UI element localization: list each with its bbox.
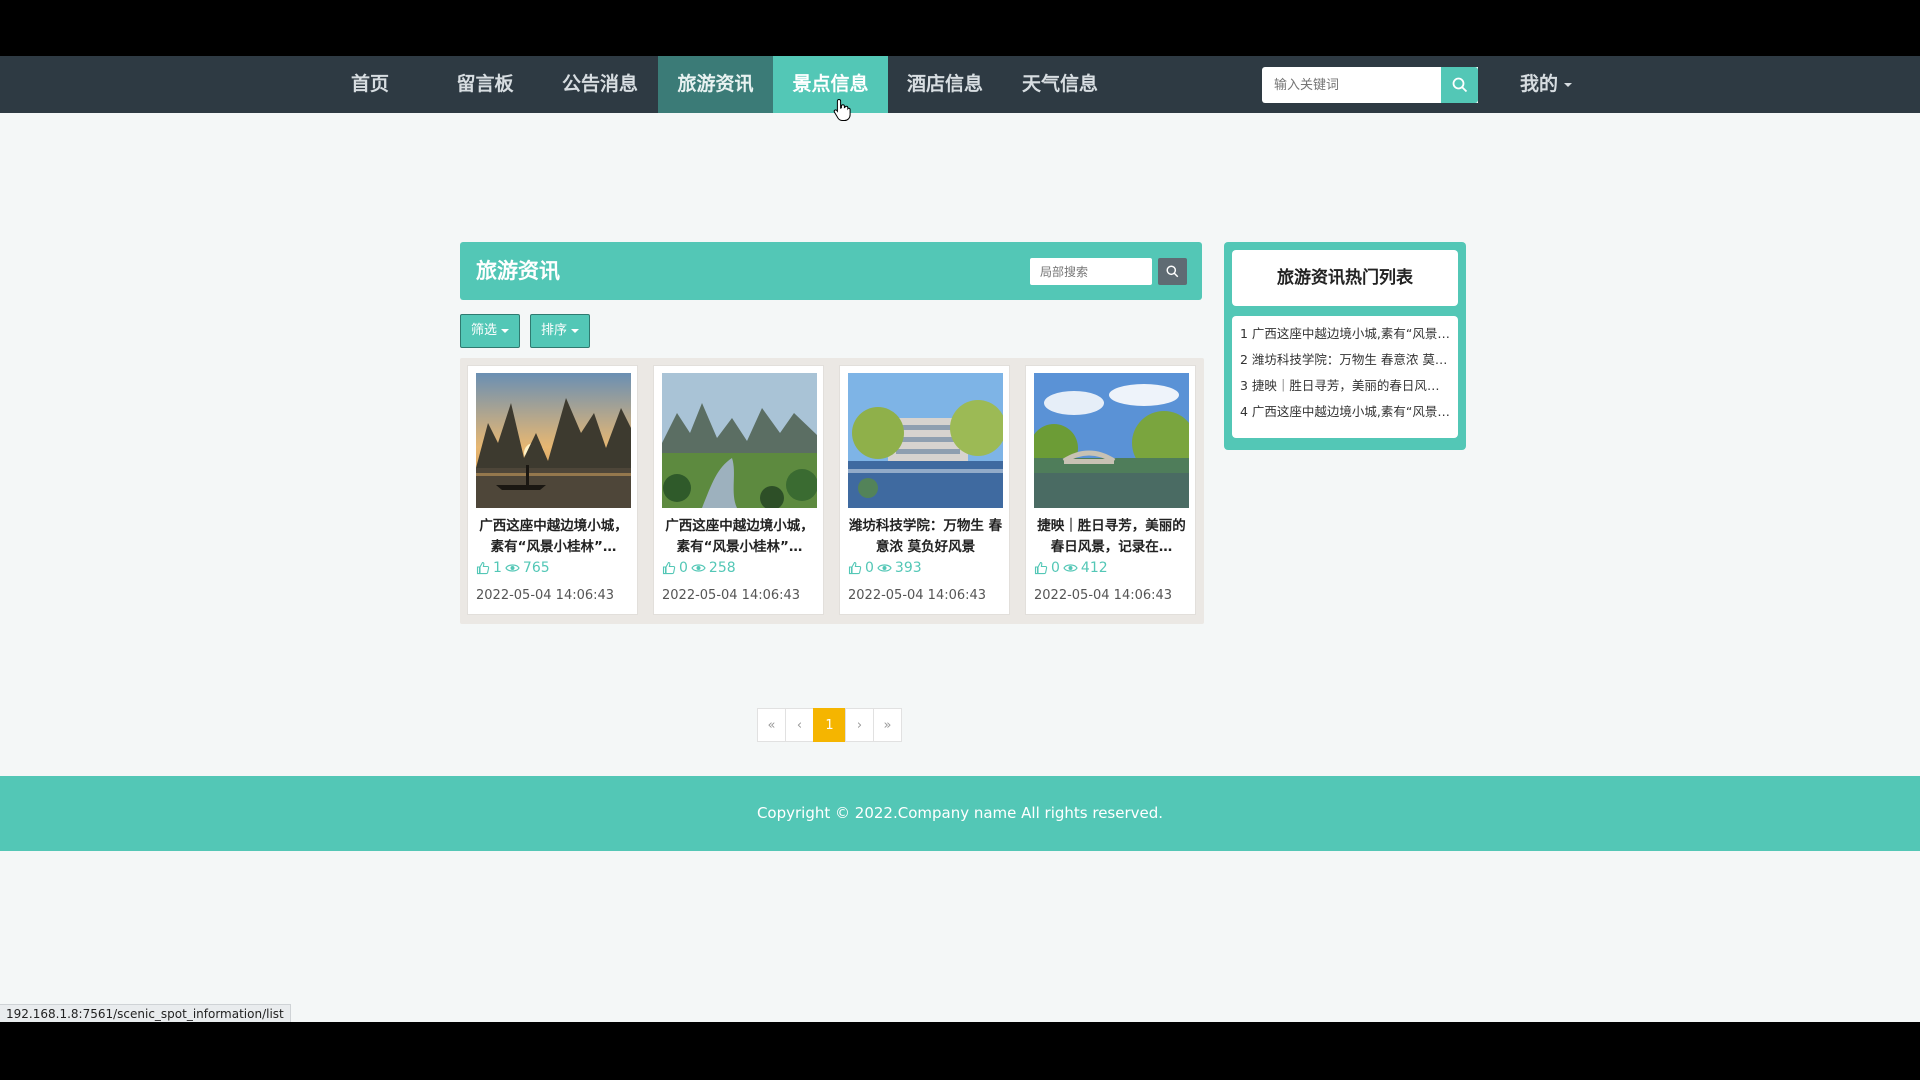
page-next-button[interactable]: ›: [845, 708, 874, 742]
news-title[interactable]: 潍坊科技学院：万物生 春意浓 莫负好风景: [846, 516, 1005, 558]
top-navbar: 首页 留言板 公告消息 旅游资讯 景点信息 酒店信息 天气信息 我的: [0, 56, 1920, 121]
chevron-down-icon: [571, 328, 580, 333]
view-count: 393: [894, 560, 922, 576]
like-count: 0: [1051, 560, 1060, 576]
nav-item-message-board[interactable]: 留言板: [440, 56, 530, 113]
hot-list-title: 旅游资讯热门列表: [1232, 250, 1458, 306]
user-menu-dropdown[interactable]: 我的: [1520, 56, 1573, 113]
view-count: 412: [1080, 560, 1108, 576]
news-thumbnail[interactable]: [476, 373, 631, 508]
hot-list-item[interactable]: 3 捷映｜胜日寻芳，美丽的春日风景，记录在…: [1232, 373, 1458, 399]
news-date: 2022-05-04 14:06:43: [476, 588, 615, 603]
news-title[interactable]: 捷映｜胜日寻芳，美丽的春日风景，记录在…: [1032, 516, 1191, 558]
news-thumbnail[interactable]: [662, 373, 817, 508]
copyright-text: Copyright © 2022.Company name All rights…: [756, 804, 1164, 822]
news-date: 2022-05-04 14:06:43: [848, 588, 987, 603]
hot-list-item[interactable]: 2 潍坊科技学院：万物生 春意浓 莫负好风景: [1232, 347, 1458, 373]
page-prev-button[interactable]: ‹: [785, 708, 814, 742]
search-icon: [1452, 77, 1467, 93]
sort-dropdown-button[interactable]: 排序: [530, 314, 591, 348]
news-title[interactable]: 广西这座中越边境小城，素有“风景小桂林”…: [474, 516, 633, 558]
nav-search-button[interactable]: [1441, 67, 1478, 103]
nav-item-travel-news[interactable]: 旅游资讯: [658, 56, 773, 113]
hand-cursor-icon: [833, 98, 851, 121]
search-icon: [1166, 265, 1179, 278]
section-title: 旅游资讯: [476, 259, 560, 283]
pagination: « ‹ 1 › »: [757, 708, 902, 742]
local-search-button[interactable]: [1158, 258, 1187, 285]
news-stats: 1 765: [476, 560, 550, 576]
hot-list-panel: 旅游资讯热门列表 1 广西这座中越边境小城,素有“风景小桂林” 2 潍坊科技学院…: [1224, 242, 1466, 450]
like-count: 0: [865, 560, 874, 576]
browser-viewport: 首页 留言板 公告消息 旅游资讯 景点信息 酒店信息 天气信息 我的 旅游资讯 …: [0, 56, 1920, 1022]
news-title[interactable]: 广西这座中越边境小城，素有“风景小桂林”…: [660, 516, 819, 558]
news-card[interactable]: 捷映｜胜日寻芳，美丽的春日风景，记录在… 0 412 2022-05-04 14…: [1025, 365, 1196, 615]
hot-list-item[interactable]: 1 广西这座中越边境小城,素有“风景小桂林”: [1232, 321, 1458, 347]
page-current-button[interactable]: 1: [813, 708, 846, 742]
thumbs-up-icon: [476, 561, 490, 575]
eye-icon: [1063, 564, 1078, 572]
news-card[interactable]: 潍坊科技学院：万物生 春意浓 莫负好风景 0 393 2022-05-04 14…: [839, 365, 1010, 615]
news-stats: 0 393: [848, 560, 922, 576]
view-count: 258: [708, 560, 736, 576]
sort-label: 排序: [541, 323, 568, 338]
link-status-bar: 192.168.1.8:7561/scenic_spot_information…: [0, 1004, 291, 1022]
eye-icon: [505, 564, 520, 572]
nav-item-home[interactable]: 首页: [330, 56, 410, 113]
eye-icon: [691, 564, 706, 572]
news-date: 2022-05-04 14:06:43: [662, 588, 801, 603]
hot-list: 1 广西这座中越边境小城,素有“风景小桂林” 2 潍坊科技学院：万物生 春意浓 …: [1232, 316, 1458, 438]
news-stats: 0 412: [1034, 560, 1108, 576]
view-count: 765: [522, 560, 550, 576]
hot-list-item[interactable]: 4 广西这座中越边境小城,素有“风景小桂林”: [1232, 399, 1458, 425]
chevron-down-icon: [1564, 82, 1573, 87]
nav-item-announcements[interactable]: 公告消息: [550, 56, 650, 113]
news-stats: 0 258: [662, 560, 736, 576]
filter-label: 筛选: [471, 323, 498, 338]
thumbs-up-icon: [1034, 561, 1048, 575]
news-card[interactable]: 广西这座中越边境小城，素有“风景小桂林”… 1 765 2022-05-04 1…: [467, 365, 638, 615]
news-card-grid: 广西这座中越边境小城，素有“风景小桂林”… 1 765 2022-05-04 1…: [460, 358, 1204, 624]
news-card[interactable]: 广西这座中越边境小城，素有“风景小桂林”… 0 258 2022-05-04 1…: [653, 365, 824, 615]
local-search-input[interactable]: [1030, 258, 1152, 285]
news-thumbnail[interactable]: [1034, 373, 1189, 508]
like-count: 1: [493, 560, 502, 576]
chevron-down-icon: [501, 328, 510, 333]
nav-item-hotels[interactable]: 酒店信息: [890, 56, 1000, 113]
page-first-button[interactable]: «: [757, 708, 786, 742]
filter-dropdown-button[interactable]: 筛选: [460, 314, 521, 348]
nav-item-scenic-spots[interactable]: 景点信息: [773, 56, 888, 113]
news-thumbnail[interactable]: [848, 373, 1003, 508]
section-header: 旅游资讯: [460, 242, 1202, 300]
footer: Copyright © 2022.Company name All rights…: [0, 776, 1920, 851]
page-last-button[interactable]: »: [873, 708, 902, 742]
like-count: 0: [679, 560, 688, 576]
thumbs-up-icon: [662, 561, 676, 575]
user-menu-label: 我的: [1520, 73, 1559, 95]
eye-icon: [877, 564, 892, 572]
news-date: 2022-05-04 14:06:43: [1034, 588, 1173, 603]
thumbs-up-icon: [848, 561, 862, 575]
nav-item-weather[interactable]: 天气信息: [1005, 56, 1115, 113]
